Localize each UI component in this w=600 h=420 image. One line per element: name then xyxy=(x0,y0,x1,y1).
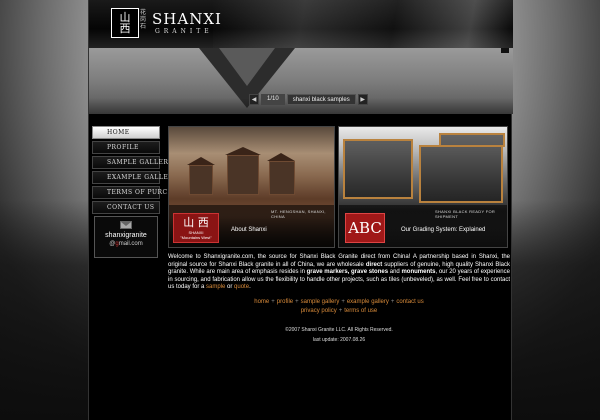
intro-paragraph: Welcome to Shanxigranite.com, the source… xyxy=(168,254,510,292)
site-header: 山 西 花岗石 SHANXI GRANITE xyxy=(89,0,513,48)
page-container: 山 西 花岗石 SHANXI GRANITE ◀ 1/10 shanxi bla… xyxy=(88,0,513,420)
temple-roof-shape xyxy=(267,153,295,161)
main-nav: HOME PROFILE SAMPLE GALLERY EXAMPLE GALL… xyxy=(92,126,187,216)
next-arrow-icon[interactable]: ▶ xyxy=(357,94,368,105)
brand-subtitle: GRANITE xyxy=(155,28,213,35)
thumb-sub2: "Mountains West" xyxy=(180,235,212,240)
grading-system-link[interactable]: Our Grading System: Explained xyxy=(401,227,485,233)
temple-body-shape xyxy=(269,161,295,195)
logo-small-chars: 花岗石 xyxy=(140,9,147,30)
crate-shape xyxy=(419,145,503,203)
header-streak xyxy=(213,0,513,48)
nav-item-profile[interactable]: PROFILE xyxy=(92,141,160,154)
logo-chars: 山 西 xyxy=(119,11,131,35)
nav-item-contact-us[interactable]: CONTACT US xyxy=(92,201,160,214)
footer-links: home + profile + sample gallery + example gall… xyxy=(168,298,510,316)
feature-photo-shipment[interactable]: SHANXI BLACK READY FOR SHIPMENT ABC Our … xyxy=(338,126,508,248)
nav-item-example-gallery[interactable]: EXAMPLE GALLERY xyxy=(92,171,177,184)
footer-link-profile[interactable]: profile xyxy=(277,299,293,305)
footer-link-terms-of-use[interactable]: terms of use xyxy=(344,308,377,314)
intro-text: or xyxy=(225,284,235,290)
email-user: shanxigranite xyxy=(105,232,147,239)
email-contact-box[interactable]: shanxigranite @gmail.com xyxy=(94,216,158,258)
footer-link-home[interactable]: home xyxy=(254,299,269,305)
nav-item-sample-gallery[interactable]: SAMPLE GALLERY xyxy=(92,156,172,169)
copyright-block: ©2007 Shanxi Granite LLC. All Rights Res… xyxy=(168,325,510,345)
abc-thumbnail[interactable]: ABC xyxy=(345,213,385,243)
crate-shape xyxy=(439,133,505,147)
temple-roof-shape xyxy=(225,147,261,155)
banner-corner xyxy=(501,48,509,53)
about-shanxi-link[interactable]: About Shanxi xyxy=(231,227,267,233)
temple-roof-shape xyxy=(187,157,215,165)
nav-item-terms-of-purchase[interactable]: TERMS OF PURCHASE xyxy=(92,186,187,199)
banner-peak-shape-inner xyxy=(219,48,275,86)
footer-separator: + xyxy=(341,299,345,305)
intro-text: and xyxy=(388,269,402,275)
temple-body-shape xyxy=(227,155,259,195)
footer-link-sample-gallery[interactable]: sample gallery xyxy=(301,299,340,305)
slide-label: shanxi black samples xyxy=(286,94,356,105)
feature-photo-temple[interactable]: MT. HENGSHAN, SHANXI, CHINA 山 西 SHANXI "… xyxy=(168,126,335,248)
footer-separator: + xyxy=(295,299,299,305)
footer-links-row1: home + profile + sample gallery + example gall… xyxy=(168,298,510,307)
prev-arrow-icon[interactable]: ◀ xyxy=(249,94,259,105)
brand-name[interactable]: SHANXI xyxy=(152,10,222,28)
footer-link-contact-us[interactable]: contact us xyxy=(396,299,423,305)
intro-bold: grave markers, grave stones xyxy=(306,269,389,275)
thumb-chars: 山 西 xyxy=(183,216,209,229)
slideshow-controls: ◀ 1/10 shanxi black samples ▶ xyxy=(249,94,368,105)
copyright-text: ©2007 Shanxi Granite LLC. All Rights Res… xyxy=(285,327,393,333)
last-update-text: last update: 2007.08.26 xyxy=(312,337,366,343)
email-domain: @gmail.com xyxy=(95,241,157,247)
nav-item-home[interactable]: HOME xyxy=(92,126,160,139)
site-logo[interactable]: 山 西 xyxy=(111,8,139,38)
slide-counter: 1/10 xyxy=(261,94,285,105)
feature-photos: MT. HENGSHAN, SHANXI, CHINA 山 西 SHANXI "… xyxy=(168,126,508,248)
mail-icon xyxy=(120,221,132,229)
footer-link-privacy-policy[interactable]: privacy policy xyxy=(301,308,337,314)
footer-links-row2: privacy policy + terms of use xyxy=(168,307,510,316)
sample-link[interactable]: sample xyxy=(206,284,225,290)
intro-text: . xyxy=(249,284,251,290)
email-domain-rest: mail.com xyxy=(118,241,143,247)
footer-separator: + xyxy=(271,299,275,305)
photo-caption-right: SHANXI BLACK READY FOR SHIPMENT xyxy=(435,209,496,219)
temple-body-shape xyxy=(189,165,213,195)
intro-bold: monuments xyxy=(401,269,436,275)
footer-link-example-gallery[interactable]: example gallery xyxy=(347,299,389,305)
quote-link[interactable]: quote xyxy=(234,284,249,290)
photo-caption-left: MT. HENGSHAN, SHANXI, CHINA xyxy=(271,209,326,219)
shanxi-thumbnail[interactable]: 山 西 SHANXI "Mountains West" xyxy=(173,213,219,243)
crate-shape xyxy=(343,139,413,199)
intro-bold: direct xyxy=(365,261,383,268)
